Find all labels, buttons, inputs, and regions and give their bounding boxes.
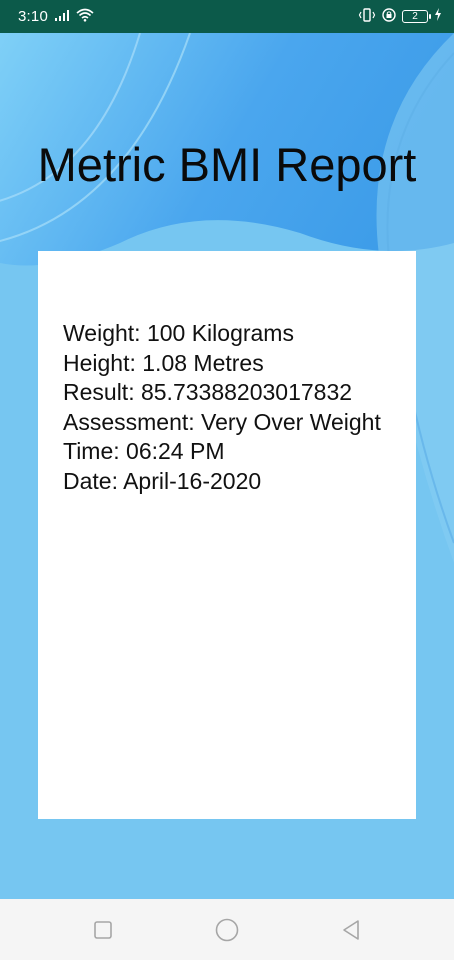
status-right: 2 bbox=[358, 7, 442, 26]
home-icon bbox=[215, 918, 239, 942]
home-button[interactable] bbox=[215, 918, 239, 942]
height-line: Height: 1.08 Metres bbox=[63, 349, 264, 376]
weight-line: Weight: 100 Kilograms bbox=[63, 320, 294, 346]
report-card: Weight: 100 Kilograms Height: 1.08 Metre… bbox=[38, 251, 416, 819]
charging-icon bbox=[434, 8, 442, 25]
back-icon bbox=[343, 920, 359, 940]
battery-level: 2 bbox=[412, 11, 418, 22]
assessment-line: Assessment: Very Over Weight bbox=[63, 408, 381, 435]
result-line: Result: 85.73388203017832 bbox=[63, 379, 353, 405]
recent-apps-button[interactable] bbox=[91, 918, 115, 942]
page-title: Metric BMI Report bbox=[37, 138, 417, 191]
time-line: Time: 06:24 PM bbox=[63, 438, 225, 464]
navigation-bar bbox=[0, 899, 454, 960]
status-time: 3:10 bbox=[18, 8, 48, 25]
recent-apps-icon bbox=[94, 921, 112, 939]
vibrate-icon bbox=[358, 7, 376, 26]
date-line: Date: April-16-2020 bbox=[63, 467, 262, 494]
battery-icon: 2 bbox=[402, 10, 431, 23]
signal-icon bbox=[54, 8, 70, 25]
back-button[interactable] bbox=[339, 918, 363, 942]
report-lines: Weight: 100 Kilograms Height: 1.08 Metre… bbox=[63, 319, 381, 496]
status-left: 3:10 bbox=[18, 8, 94, 26]
status-bar: 3:10 2 bbox=[0, 0, 454, 33]
lock-icon bbox=[382, 7, 396, 26]
wifi-icon bbox=[76, 8, 94, 26]
